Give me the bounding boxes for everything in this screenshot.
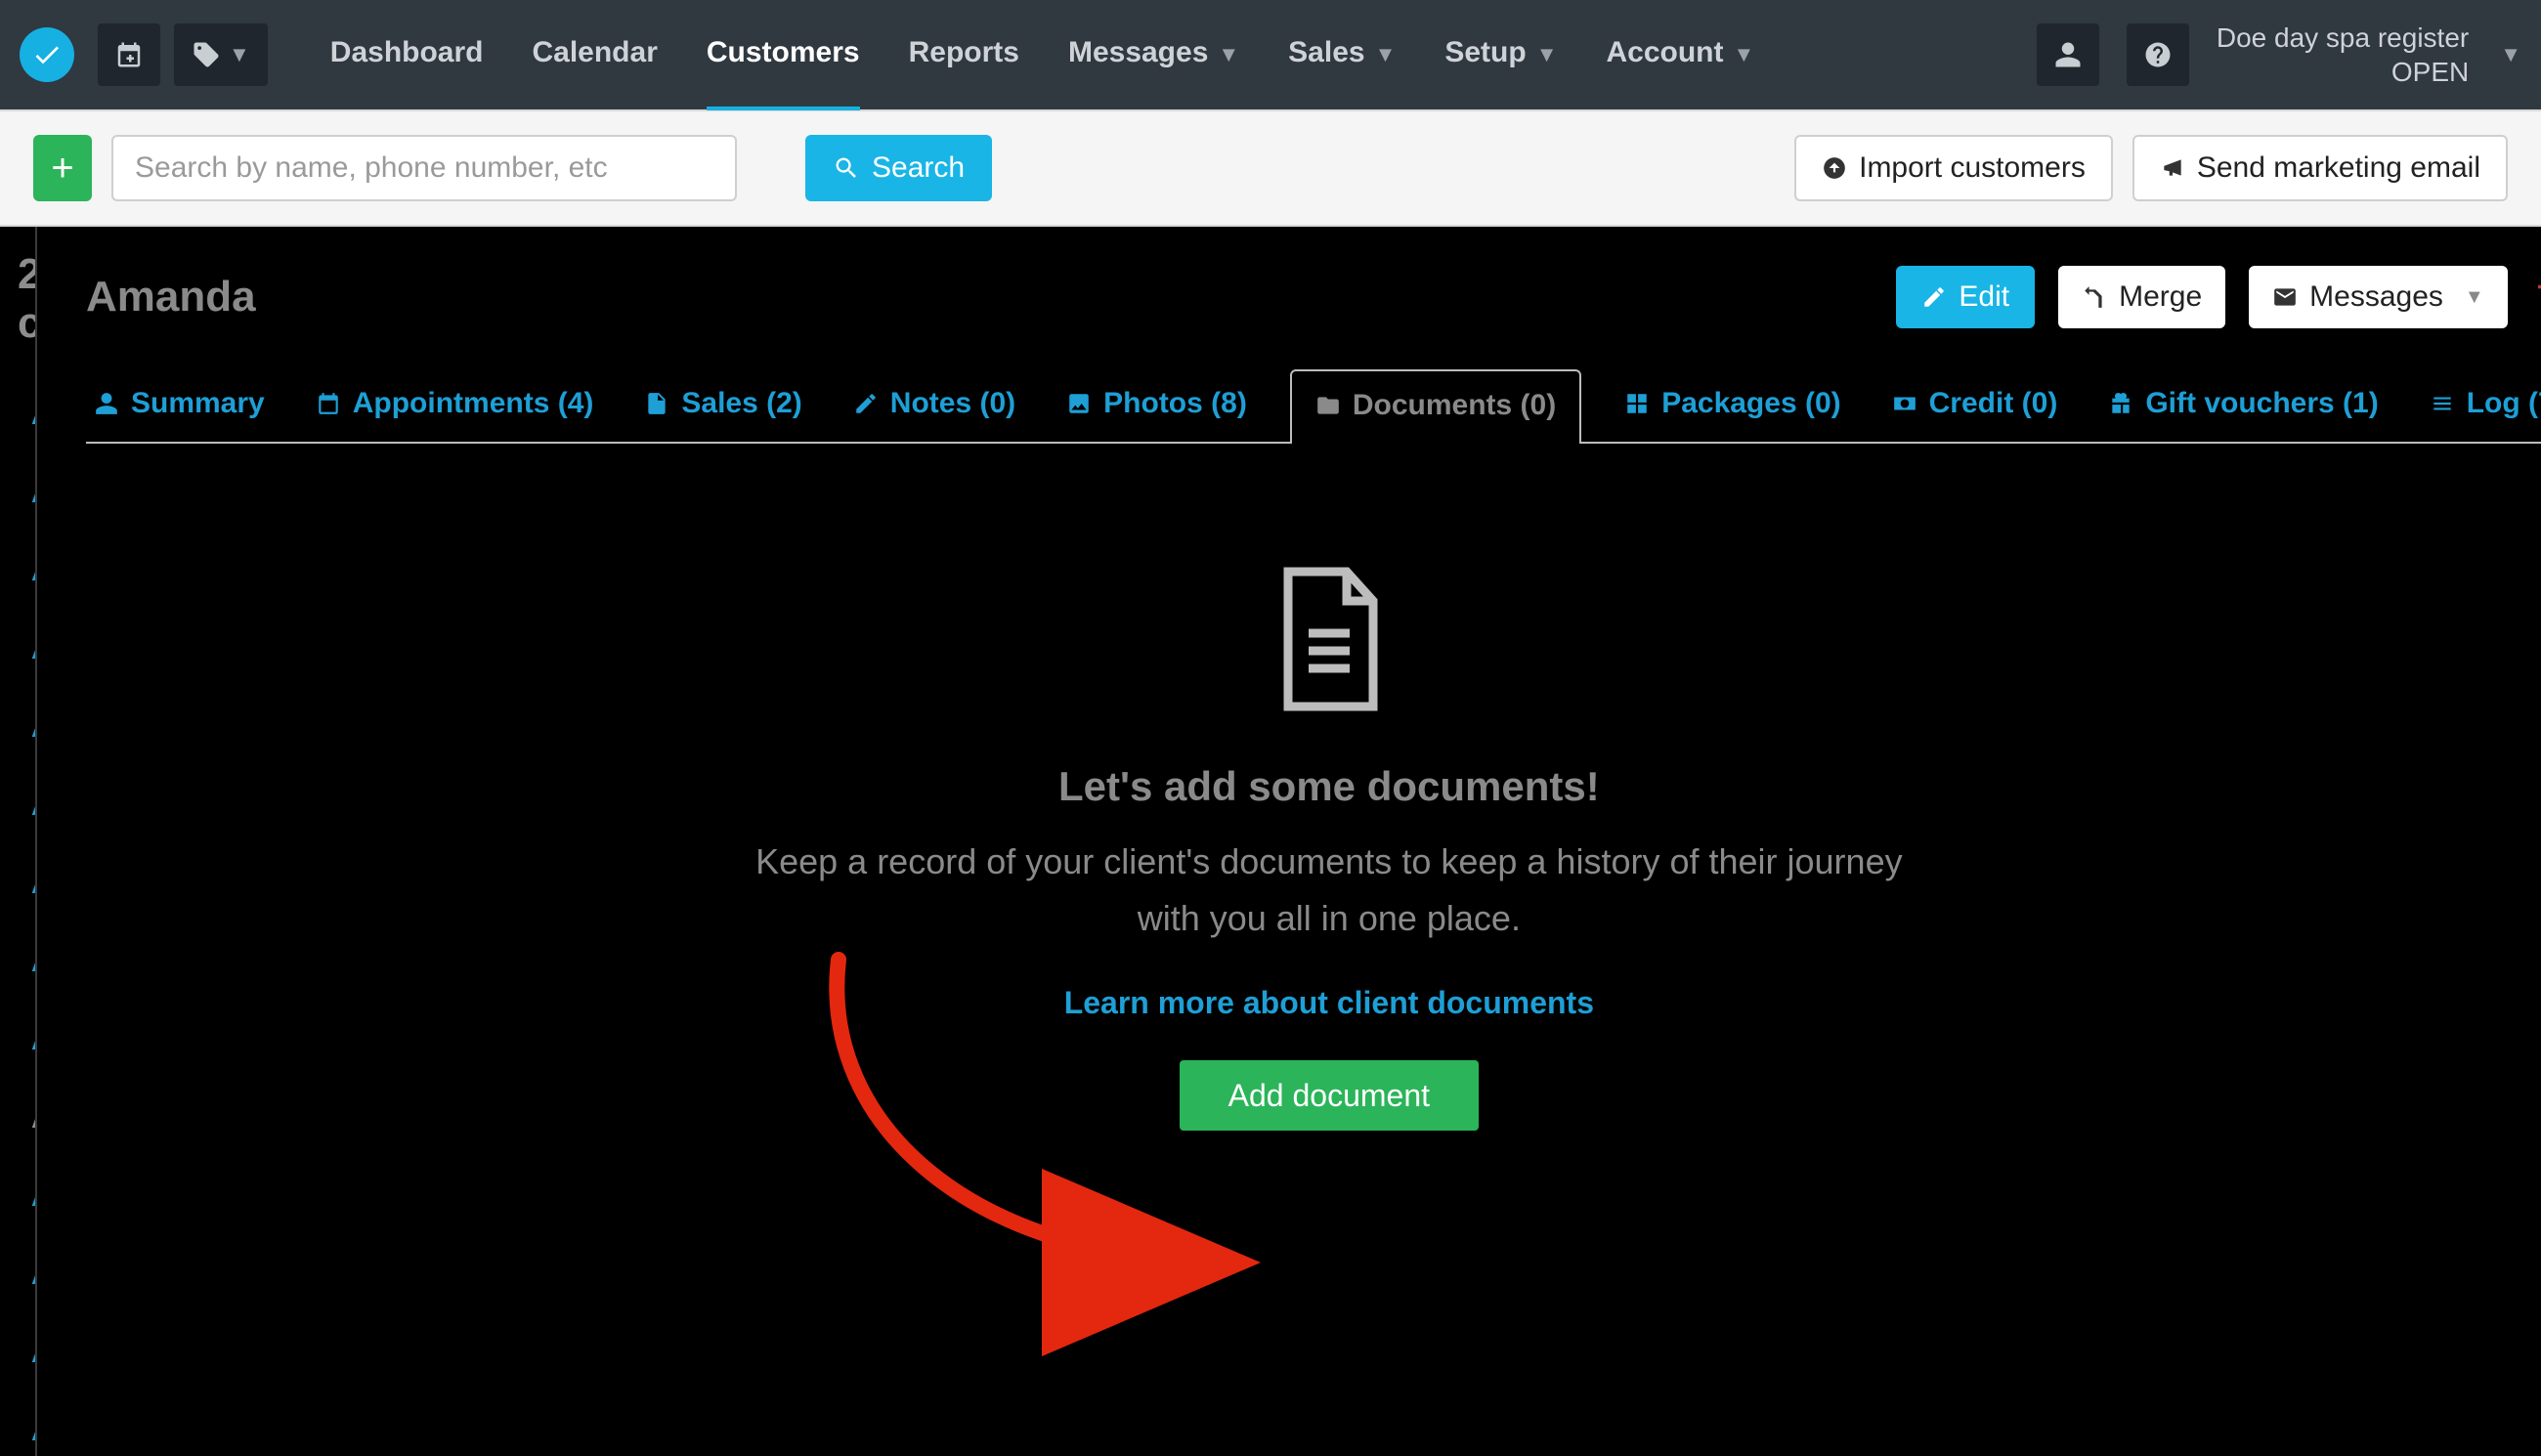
edit-button[interactable]: Edit [1896, 266, 2035, 328]
customers-sidebar: 218 customers showing 51 AbigailAlejandr… [0, 227, 37, 1456]
calendar-icon [316, 391, 341, 416]
tab-label: Gift vouchers (1) [2145, 387, 2378, 420]
customer-count: 218 customers [18, 250, 37, 348]
search-button[interactable]: Search [805, 135, 992, 201]
nav-setup[interactable]: Setup▼ [1444, 0, 1557, 110]
customer-name-heading: Amanda [86, 273, 256, 321]
customer-tabs: Summary Appointments (4) Sales (2) Notes (0… [86, 367, 2541, 444]
tab-packages[interactable]: Packages (0) [1616, 369, 1848, 442]
register-name: Doe day spa register [2217, 21, 2469, 55]
tab-label: Photos (8) [1103, 387, 1247, 420]
envelope-icon [2272, 284, 2298, 310]
nav-reports[interactable]: Reports [909, 0, 1019, 110]
import-icon [1822, 155, 1847, 181]
megaphone-icon [2160, 155, 2185, 181]
learn-more-link[interactable]: Learn more about client documents [1064, 985, 1594, 1021]
empty-heading: Let's add some documents! [86, 763, 2541, 810]
app-logo[interactable] [20, 27, 74, 82]
customer-detail: Amanda Edit Merge Messages ▼ [37, 227, 2541, 1456]
tab-documents[interactable]: Documents (0) [1290, 369, 1581, 444]
user-icon[interactable] [2037, 23, 2099, 86]
caret-down-icon: ▼ [1218, 42, 1239, 66]
caret-down-icon: ▼ [1375, 42, 1397, 66]
help-icon[interactable] [2127, 23, 2189, 86]
caret-down-icon: ▼ [2465, 286, 2484, 309]
tab-sales[interactable]: Sales (2) [636, 369, 809, 442]
import-button-label: Import customers [1859, 151, 2086, 185]
nav-customers[interactable]: Customers [707, 0, 860, 110]
file-icon [644, 391, 669, 416]
add-document-label: Add document [1228, 1078, 1430, 1114]
document-icon [1270, 561, 1388, 724]
top-nav: ▼ Dashboard Calendar Customers Reports Messa… [0, 0, 2541, 109]
boxes-icon [1624, 391, 1650, 416]
tab-summary[interactable]: Summary [86, 369, 273, 442]
nav-dashboard[interactable]: Dashboard [330, 0, 484, 110]
tab-label: Documents (0) [1353, 389, 1556, 422]
tab-photos[interactable]: Photos (8) [1058, 369, 1255, 442]
tab-label: Credit (0) [1929, 387, 2058, 420]
search-button-label: Search [872, 151, 965, 185]
list-icon [2430, 391, 2455, 416]
tab-credit[interactable]: Credit (0) [1884, 369, 2066, 442]
send-marketing-button[interactable]: Send marketing email [2132, 135, 2508, 201]
merge-button[interactable]: Merge [2058, 266, 2225, 328]
register-status: OPEN [2391, 57, 2469, 87]
marketing-button-label: Send marketing email [2197, 151, 2480, 185]
tag-dropdown-icon[interactable]: ▼ [174, 23, 268, 86]
nav-calendar[interactable]: Calendar [532, 0, 657, 110]
pencil-icon [1921, 284, 1947, 310]
merge-button-label: Merge [2119, 280, 2202, 314]
tab-label: Log (7) [2467, 387, 2541, 420]
tab-gift[interactable]: Gift vouchers (1) [2100, 369, 2386, 442]
nav-sales[interactable]: Sales▼ [1288, 0, 1396, 110]
edit-button-label: Edit [1959, 280, 2009, 314]
tab-notes[interactable]: Notes (0) [845, 369, 1023, 442]
pencil-icon [853, 391, 879, 416]
tab-appointments[interactable]: Appointments (4) [308, 369, 602, 442]
tab-label: Sales (2) [681, 387, 801, 420]
tab-label: Summary [131, 387, 265, 420]
caret-down-icon: ▼ [1536, 42, 1558, 66]
folder-icon [1315, 393, 1341, 418]
calendar-add-icon[interactable] [98, 23, 160, 86]
customers-toolbar: + Search Import customers Send marketing… [0, 109, 2541, 227]
messages-button-label: Messages [2309, 280, 2443, 314]
search-icon [833, 154, 860, 182]
image-icon [1066, 391, 1092, 416]
search-input[interactable] [111, 135, 737, 201]
add-customer-button[interactable]: + [33, 135, 92, 201]
import-customers-button[interactable]: Import customers [1794, 135, 2113, 201]
tab-label: Packages (0) [1661, 387, 1840, 420]
nav-messages[interactable]: Messages▼ [1068, 0, 1239, 110]
merge-icon [2082, 284, 2107, 310]
caret-down-icon: ▼ [1733, 42, 1754, 66]
tab-label: Notes (0) [890, 387, 1015, 420]
tab-log[interactable]: Log (7) [2422, 369, 2541, 442]
delete-button[interactable] [2531, 274, 2541, 321]
documents-empty-state: Let's add some documents! Keep a record … [86, 444, 2541, 1131]
caret-down-icon: ▼ [229, 42, 250, 67]
money-icon [1892, 391, 1917, 416]
trash-icon [2531, 274, 2541, 321]
caret-down-icon: ▼ [2500, 42, 2521, 67]
empty-body: Keep a record of your client's documents… [753, 834, 1906, 946]
tab-label: Appointments (4) [353, 387, 594, 420]
add-document-button[interactable]: Add document [1180, 1060, 1479, 1131]
register-selector[interactable]: Doe day spa register OPEN [2217, 21, 2478, 89]
nav-account[interactable]: Account▼ [1606, 0, 1754, 110]
gift-icon [2108, 391, 2133, 416]
messages-button[interactable]: Messages ▼ [2249, 266, 2508, 328]
user-icon [94, 391, 119, 416]
